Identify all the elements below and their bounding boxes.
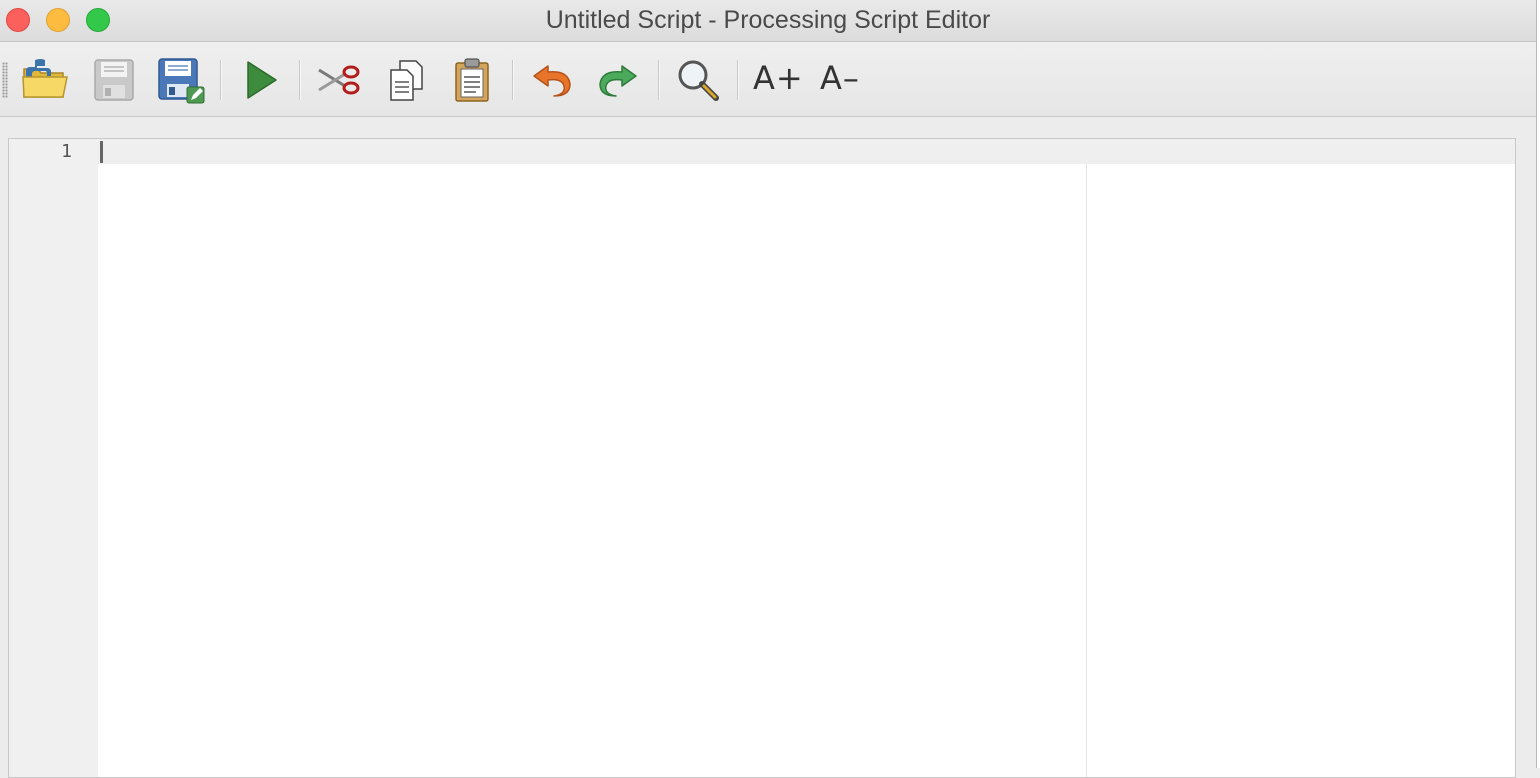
toolbar-separator [299,60,301,100]
decrease-font-size-button[interactable]: A– [820,59,860,97]
toolbar-separator [220,60,222,100]
edge-column-guide [1086,164,1087,777]
undo-button[interactable] [526,54,578,106]
run-script-button[interactable] [234,54,286,106]
cut-button[interactable] [313,54,365,106]
save-as-button[interactable] [155,54,207,106]
magnifier-icon [678,60,719,101]
find-button[interactable] [672,54,724,106]
scissors-icon [318,65,360,95]
copy-icon [390,60,423,101]
window-title: Untitled Script - Processing Script Edit… [545,6,991,34]
redo-button[interactable] [592,54,644,106]
paste-button[interactable] [446,54,498,106]
toolbar-separator [512,60,514,100]
toolbar: A+ A– [0,42,1536,117]
title-bar[interactable]: Untitled Script - Processing Script Edit… [0,0,1536,42]
code-editor[interactable]: 1 [8,138,1516,778]
open-folder-python-icon [22,59,68,98]
increase-font-size-button[interactable]: A+ [753,59,804,97]
text-caret [100,141,103,163]
script-editor-window: Untitled Script - Processing Script Edit… [0,0,1537,778]
open-script-button[interactable] [20,54,72,106]
toolbar-separator [737,60,739,100]
copy-button[interactable] [380,54,432,106]
undo-icon [533,65,571,97]
save-as-icon [158,58,205,104]
line-number-gutter: 1 [9,139,98,777]
line-number: 1 [61,141,72,162]
play-icon [247,61,277,99]
toolbar-separator [658,60,660,100]
save-script-button[interactable] [88,54,140,106]
save-disabled-icon [94,59,134,101]
paste-icon [455,58,489,102]
current-line-highlight [98,139,1515,164]
redo-icon [599,65,637,97]
toolbar-grip-handle[interactable] [2,62,8,98]
